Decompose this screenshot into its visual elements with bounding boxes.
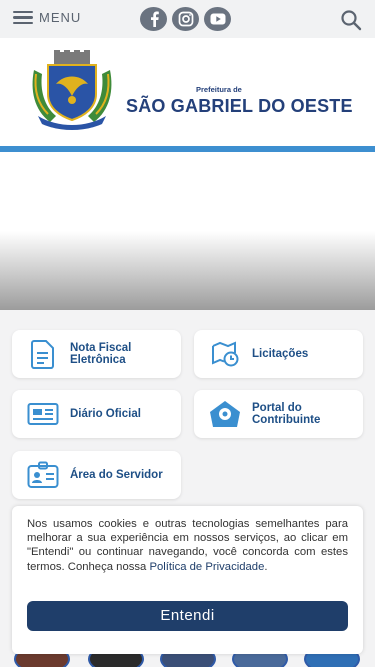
service-label: Área do Servidor [70,469,163,481]
carousel-thumb[interactable] [232,654,288,667]
service-card-diario-oficial[interactable]: Diário Oficial [12,390,181,438]
bottom-carousel-peek [0,654,375,667]
service-card-portal-contribuinte[interactable]: Portal do Contribuinte [194,390,363,438]
menu-label: MENU [39,10,82,25]
hero-banner[interactable] [0,152,375,310]
menu-button[interactable]: MENU [13,10,81,25]
location-pin-icon [208,397,242,431]
service-label: Portal do Contribuinte [252,402,321,426]
instagram-icon[interactable] [172,7,199,31]
top-bar: MENU [0,0,375,38]
map-clock-icon [208,337,242,371]
cookie-consent-banner: Nos usamos cookies e outras tecnologias … [12,506,363,654]
facebook-icon[interactable] [140,7,167,31]
cookie-message: Nos usamos cookies e outras tecnologias … [27,517,348,574]
service-card-licitacoes[interactable]: Licitações [194,330,363,378]
carousel-thumb[interactable] [14,654,70,667]
carousel-thumb[interactable] [160,654,216,667]
carousel-thumb[interactable] [88,654,144,667]
service-card-area-servidor[interactable]: Área do Servidor [12,451,181,499]
service-card-nota-fiscal[interactable]: Nota Fiscal Eletrônica [12,330,181,378]
city-name-logo-text[interactable]: SÃO GABRIEL DO OESTE [126,96,353,117]
carousel-thumb[interactable] [304,654,360,667]
prefeitura-prefix: Prefeitura de [196,85,242,94]
id-badge-icon [26,458,60,492]
newspaper-icon [26,397,60,431]
social-links [140,7,231,31]
service-label: Diário Oficial [70,408,141,420]
city-crest-logo[interactable] [28,50,116,130]
privacy-policy-link[interactable]: Política de Privacidade [149,561,264,573]
document-icon [26,337,60,371]
search-icon[interactable] [340,9,362,31]
service-label: Licitações [252,348,309,360]
accept-cookies-button[interactable]: Entendi [27,601,348,631]
header-logo-area: Prefeitura de SÃO GABRIEL DO OESTE [0,38,375,146]
service-label: Nota Fiscal Eletrônica [70,342,132,366]
youtube-icon[interactable] [204,7,231,31]
hamburger-icon [13,10,33,25]
cookie-text-end: . [264,560,268,573]
